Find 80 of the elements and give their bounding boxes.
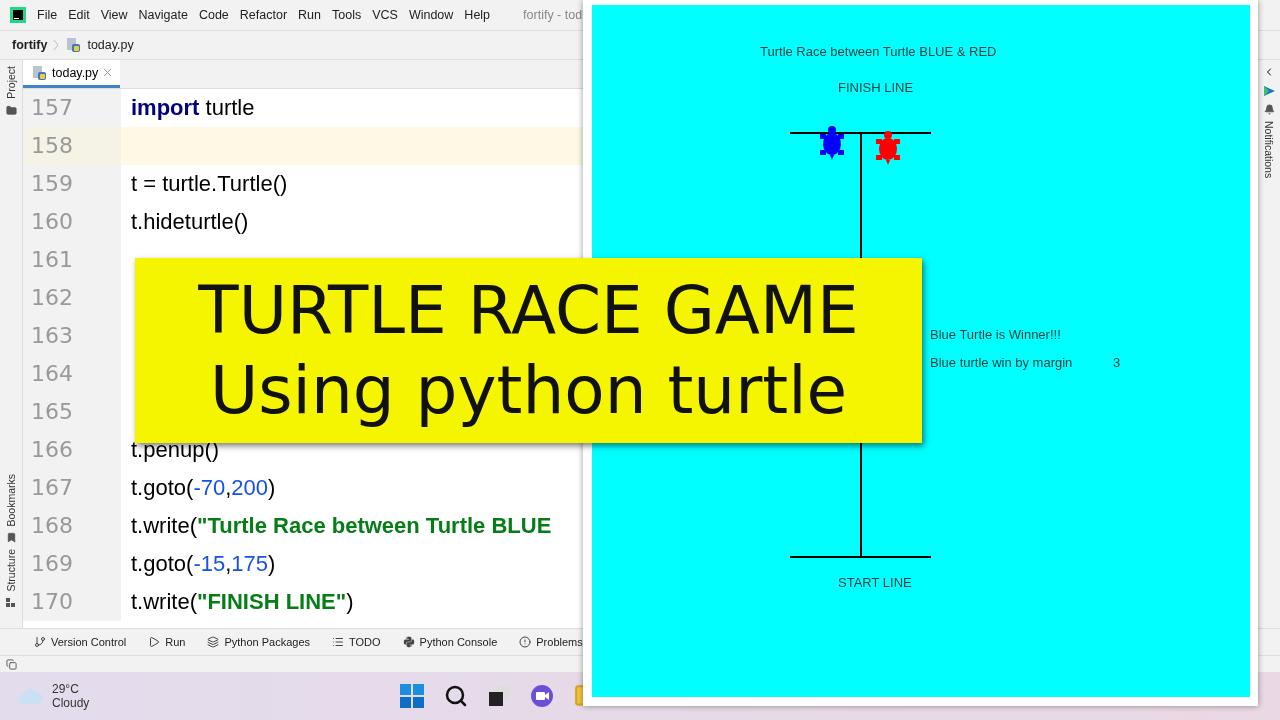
line-number: 160 <box>23 203 121 241</box>
folder-icon[interactable] <box>574 683 583 709</box>
weather-text: Cloudy <box>52 696 90 710</box>
line-number: 166 <box>23 431 121 469</box>
tool-window-button[interactable]: Python Packages <box>207 636 311 648</box>
menu-item[interactable]: Code <box>198 8 229 22</box>
race-title: Turtle Race between Turtle BLUE & RED <box>760 44 997 59</box>
breadcrumb-item[interactable]: fortify <box>12 38 48 52</box>
line-number: 162 <box>23 279 121 317</box>
line-number: 158 <box>23 127 121 165</box>
python-file-icon <box>31 64 47 81</box>
play-icon <box>148 636 161 648</box>
menu-item[interactable]: Help <box>464 8 491 22</box>
code-text: t = turtle.Turtle() <box>131 171 288 197</box>
bell-icon <box>1263 104 1275 115</box>
winner-text: Blue Turtle is Winner!!! <box>930 327 1061 342</box>
python-icon <box>402 636 415 648</box>
tool-window-button[interactable]: Version Control <box>34 636 127 648</box>
search-icon[interactable] <box>444 684 468 708</box>
cloud-icon <box>18 687 44 705</box>
branch-icon <box>34 636 46 648</box>
code-text: t.hideturtle() <box>131 209 249 235</box>
line-number: 168 <box>23 507 121 545</box>
code-text: t.goto(-15,175) <box>131 551 276 577</box>
plugin-icon <box>1262 84 1276 98</box>
line-number: 163 <box>23 317 121 355</box>
list-icon <box>332 636 345 648</box>
bookmark-icon <box>5 532 17 544</box>
tool-window-button[interactable]: Run <box>148 636 186 648</box>
tool-window-tab[interactable]: Structure <box>5 549 17 592</box>
chevron-icon <box>53 39 60 51</box>
line-number: 167 <box>23 469 121 507</box>
tool-window-tab[interactable]: Notifications <box>1263 121 1275 179</box>
temperature-text: 29°C <box>52 682 80 696</box>
app-logo-icon <box>10 7 26 23</box>
code-text: t.write("FINISH LINE") <box>131 589 354 615</box>
task-view-icon[interactable] <box>488 685 510 707</box>
tool-window-tab[interactable]: Bookmarks <box>5 473 17 527</box>
tool-window-button[interactable]: Python Console <box>402 636 498 648</box>
menu-item[interactable]: Refactor <box>239 8 288 22</box>
close-icon[interactable] <box>103 68 113 77</box>
code-text: import turtle <box>131 95 255 121</box>
line-number: 157 <box>23 89 121 127</box>
breadcrumb-item[interactable]: today.py <box>87 38 134 52</box>
banner-text: Using python turtle <box>209 350 848 431</box>
line-number: 165 <box>23 393 121 431</box>
menu-item[interactable]: Window <box>408 8 454 22</box>
code-text: t.write("Turtle Race between Turtle BLUE <box>131 513 552 539</box>
menu-item[interactable]: Edit <box>68 8 90 22</box>
editor-tab[interactable]: today.py <box>23 60 121 88</box>
layout-icon[interactable] <box>6 658 17 670</box>
margin-value: 3 <box>1113 355 1121 370</box>
layers-icon <box>207 636 220 648</box>
windows-start-icon[interactable] <box>400 684 424 708</box>
window-title: fortify - tod <box>523 8 583 22</box>
margin-text: Blue turtle win by margin <box>930 355 1073 370</box>
menu-item[interactable]: Run <box>298 8 321 22</box>
menu-item[interactable]: View <box>100 8 128 22</box>
structure-icon <box>6 598 16 608</box>
banner-text: TURTLE RACE GAME <box>198 270 859 351</box>
menu-item[interactable]: Navigate <box>138 8 188 22</box>
code-text: t.goto(-70,200) <box>131 475 276 501</box>
tool-window-button[interactable]: TODO <box>332 636 381 648</box>
menu-item[interactable]: File <box>37 8 58 22</box>
menu-item[interactable]: Tools <box>332 8 362 22</box>
line-number: 161 <box>23 241 121 279</box>
menu-item[interactable]: VCS <box>372 8 398 22</box>
start-label: START LINE <box>838 575 912 590</box>
python-file-icon <box>65 37 82 53</box>
line-number: 169 <box>23 545 121 583</box>
line-number: 164 <box>23 355 121 393</box>
folder-icon <box>5 104 17 116</box>
chat-icon[interactable] <box>530 684 554 708</box>
line-number: 159 <box>23 165 121 203</box>
code-text: t.penup() <box>131 437 220 463</box>
tool-window-button[interactable]: Problems <box>519 636 583 648</box>
alert-icon <box>519 636 532 648</box>
line-number: 170 <box>23 583 121 621</box>
finish-label: FINISH LINE <box>838 80 914 95</box>
tool-window-tab[interactable]: Project <box>5 66 17 99</box>
